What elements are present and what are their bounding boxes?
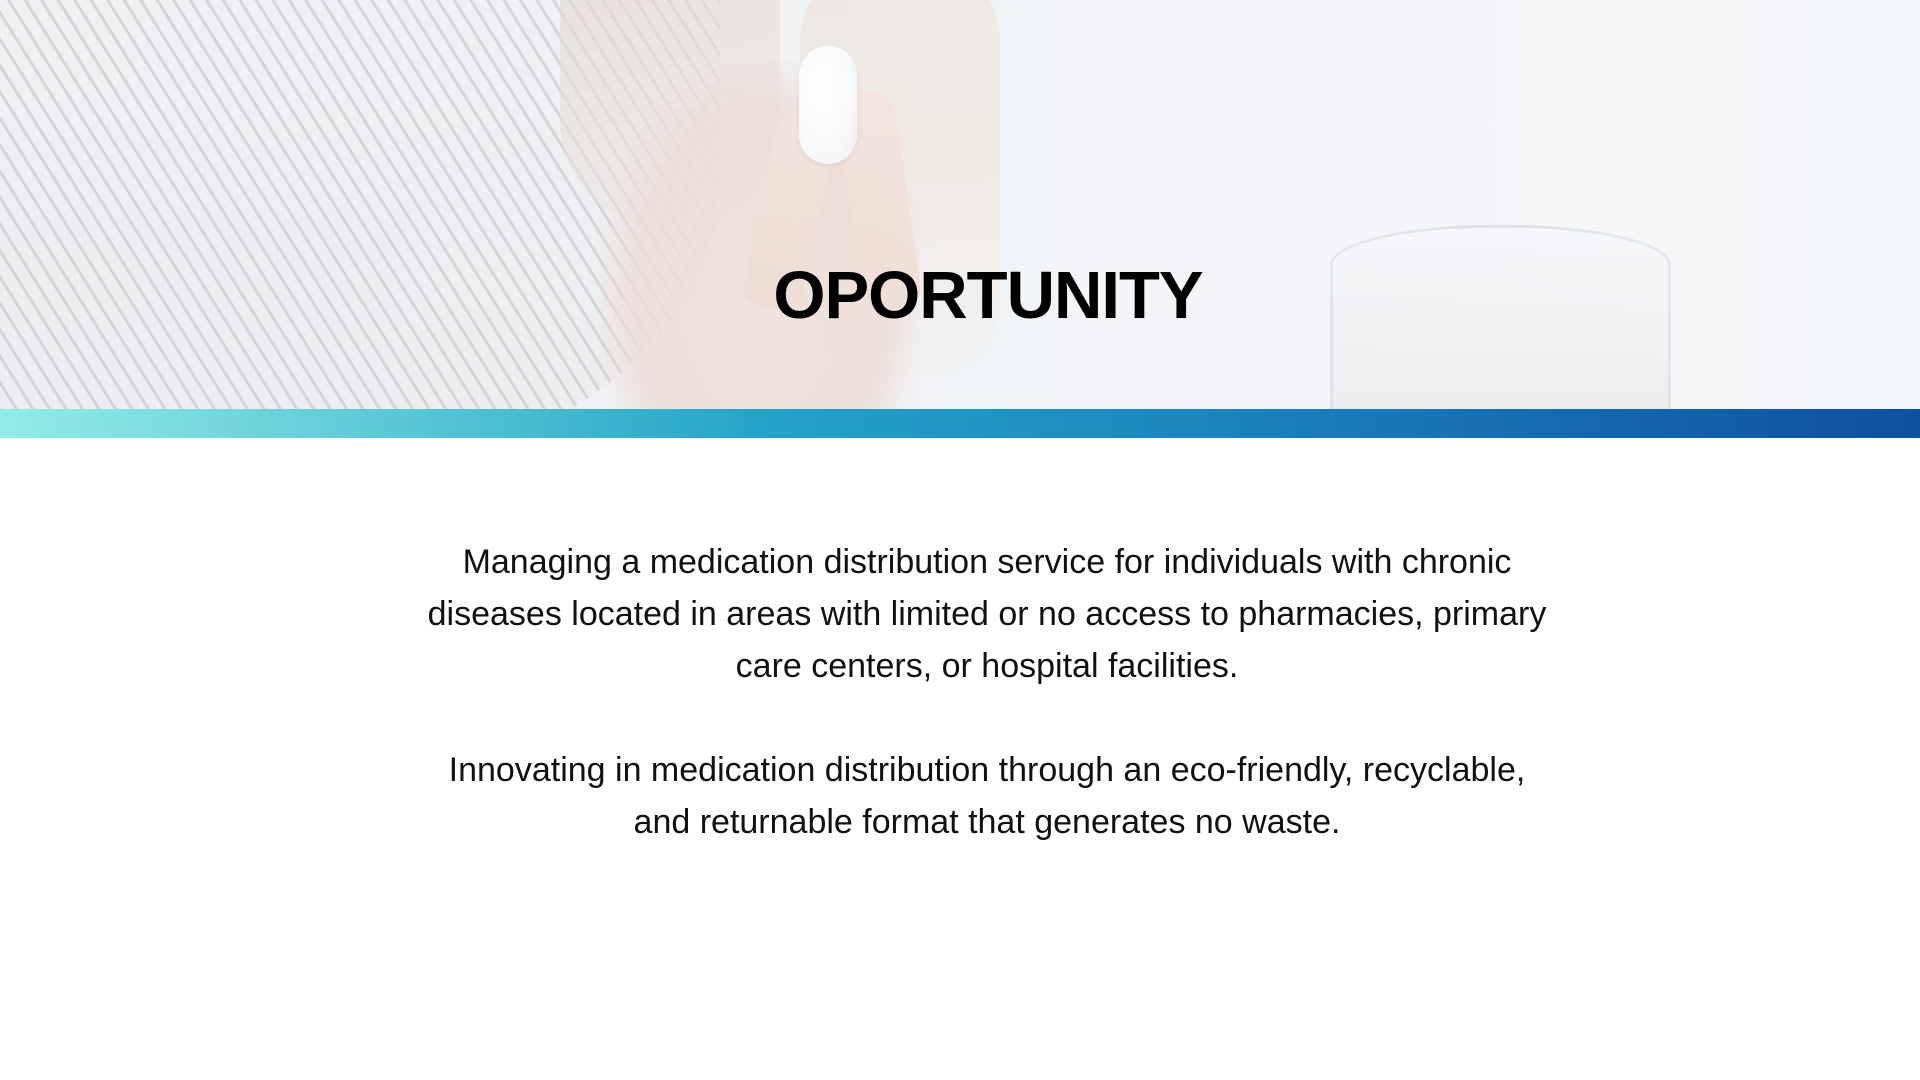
gradient-divider-bar xyxy=(0,409,1920,438)
hero-photo xyxy=(0,0,1920,409)
body-paragraph-1: Managing a medication distribution servi… xyxy=(427,543,1547,685)
slide: OPORTUNITY Managing a medication distrib… xyxy=(0,0,1920,1080)
body-paragraph-2: Innovating in medication distribution th… xyxy=(448,751,1526,841)
slide-body: Managing a medication distribution servi… xyxy=(420,536,1554,848)
hero-overlay xyxy=(0,0,1920,409)
slide-title: OPORTUNITY xyxy=(773,258,1203,333)
